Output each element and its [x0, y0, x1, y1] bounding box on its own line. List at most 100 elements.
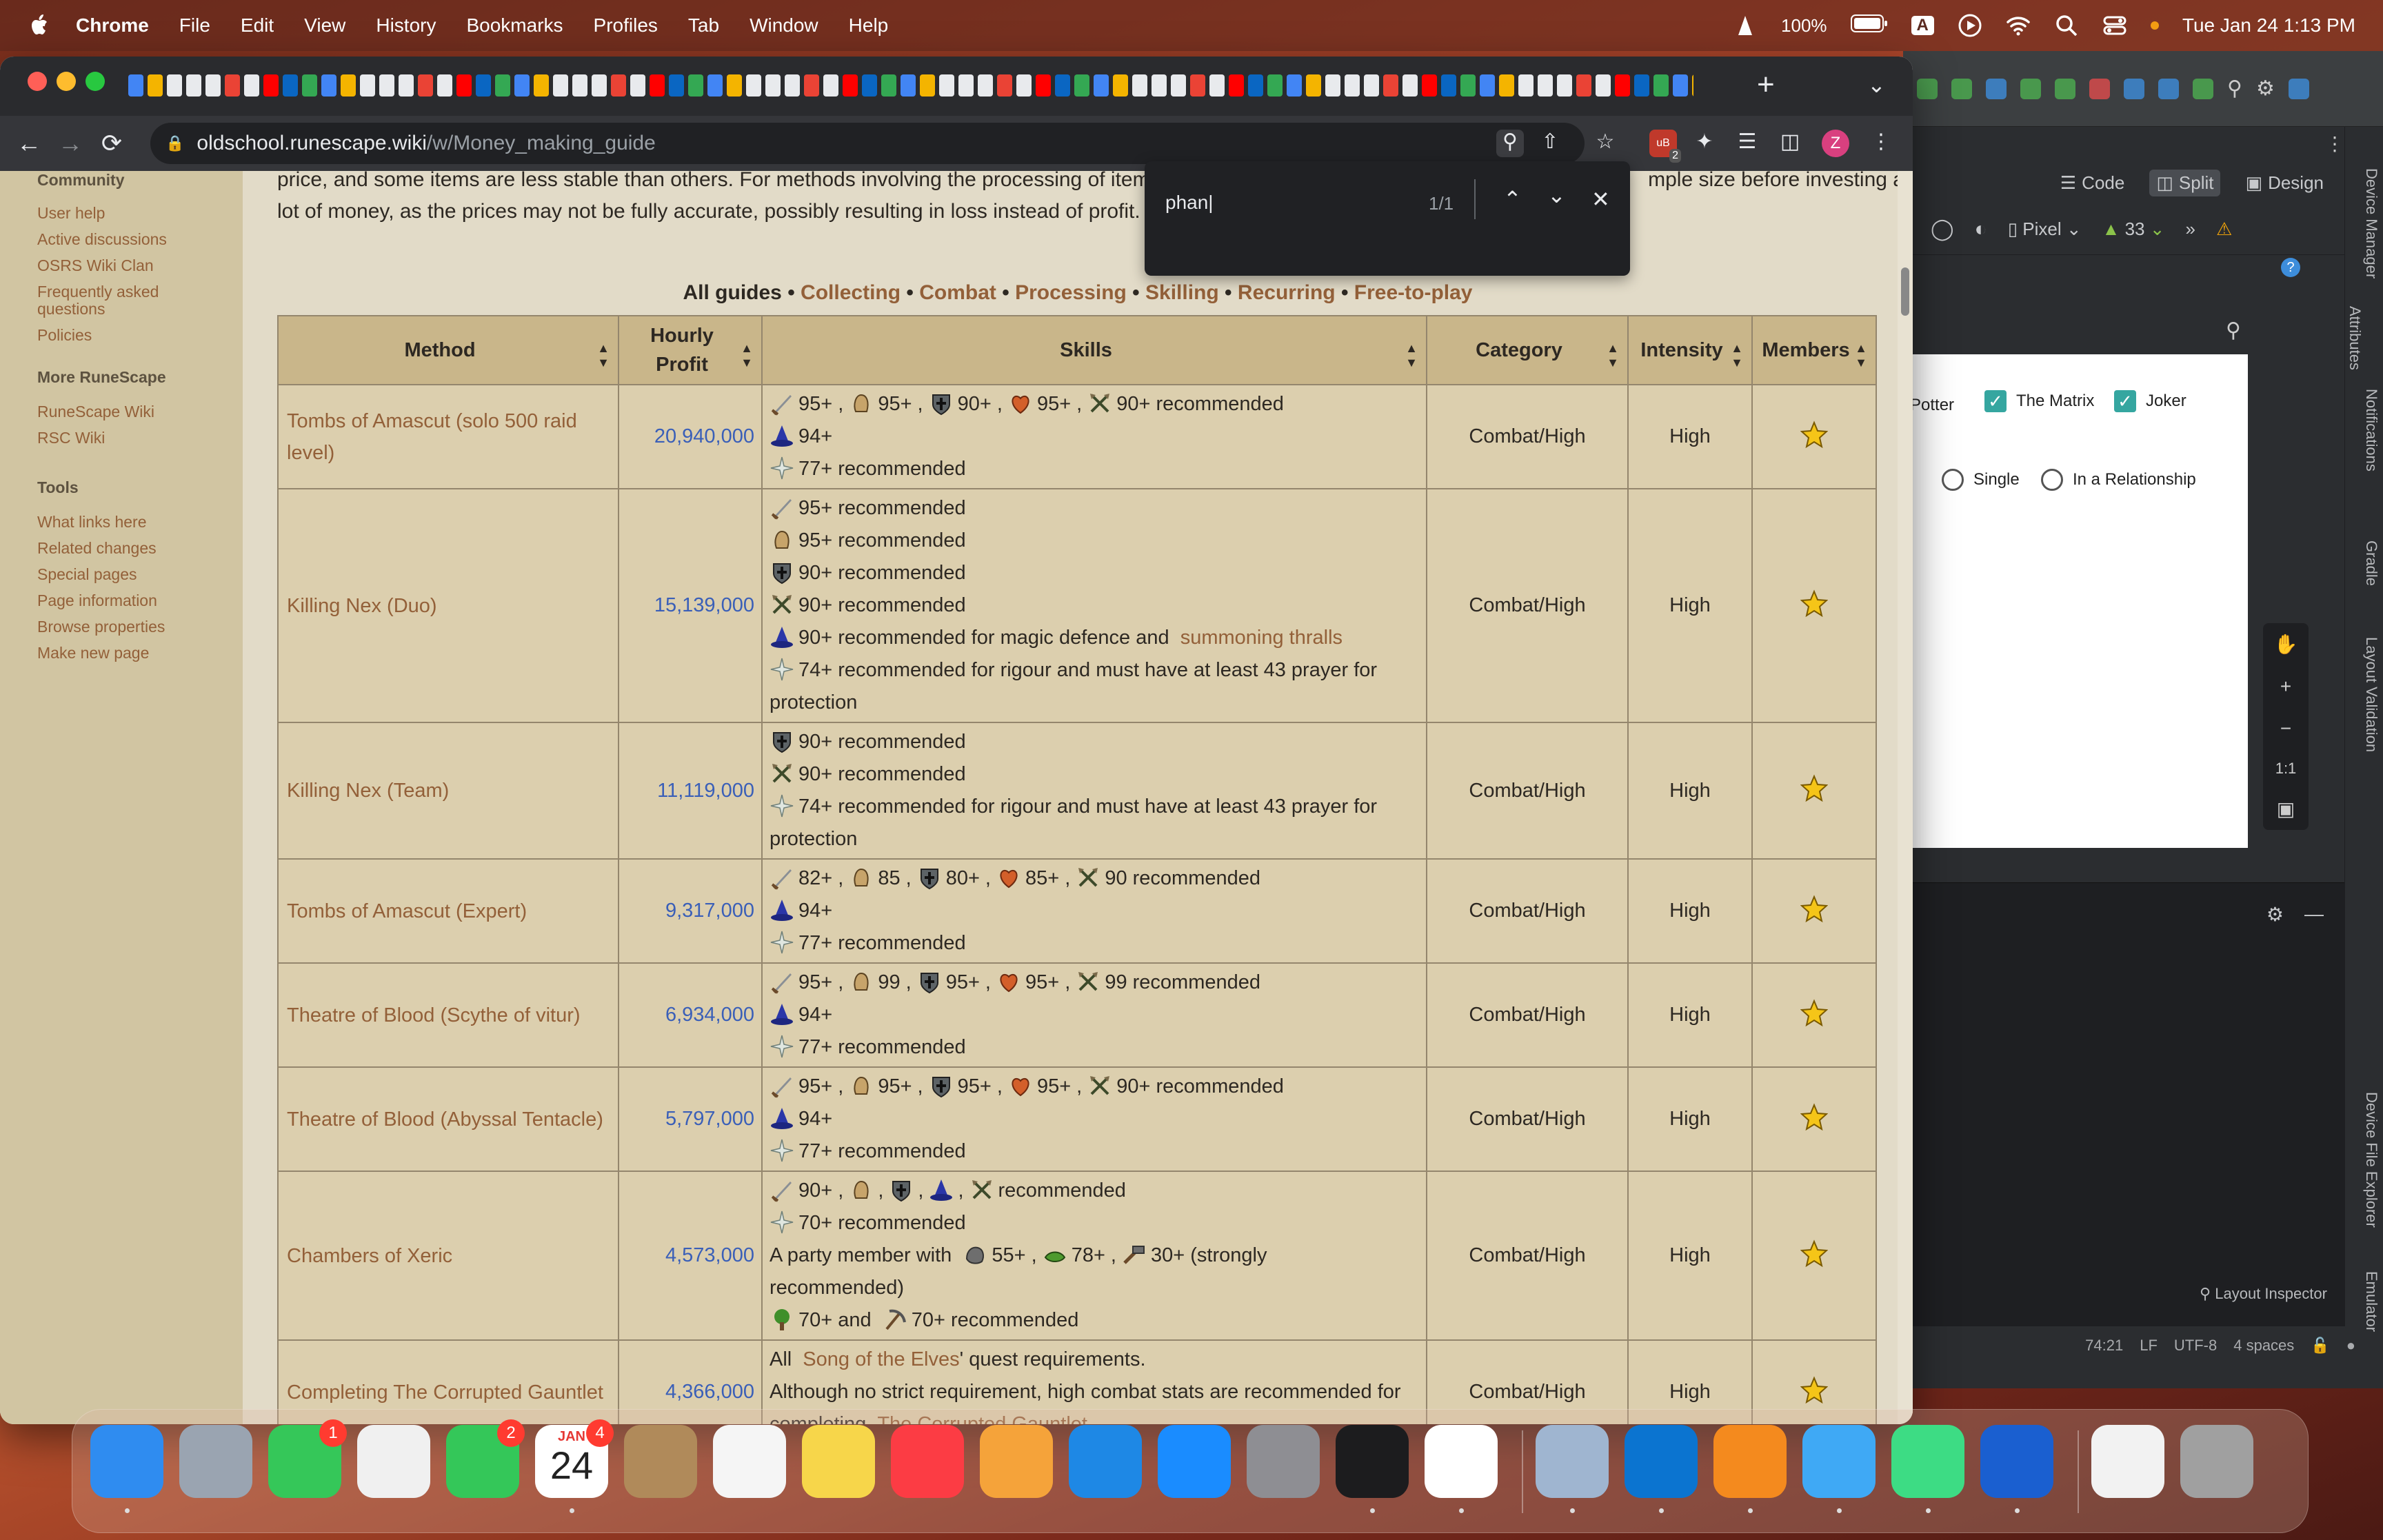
sidebar-link-osrs-wiki-clan[interactable]: OSRS Wiki Clan — [37, 257, 189, 274]
pinned-tab-favicon-icon[interactable] — [1402, 74, 1418, 97]
calendar-icon[interactable]: JAN 24 4 — [535, 1419, 614, 1513]
messages-icon[interactable]: 1 — [268, 1419, 347, 1498]
pinned-tab-favicon-icon[interactable] — [1692, 74, 1693, 97]
theme-icon[interactable]: ◐ — [1975, 218, 1987, 241]
method-link[interactable]: Chambers of Xeric — [277, 1171, 619, 1341]
safari-icon[interactable] — [1069, 1425, 1142, 1498]
battery-icon[interactable] — [1850, 13, 1888, 38]
ide-profile-icon[interactable] — [2288, 78, 2309, 99]
ranged-icon[interactable] — [770, 592, 794, 617]
hourly-profit-link[interactable]: 11,119,000 — [618, 722, 763, 860]
pinned-tab-favicon-icon[interactable] — [1209, 74, 1225, 97]
checkbox-potter[interactable]: Potter — [1910, 396, 1954, 415]
sidebar-link-user-help[interactable]: User help — [37, 205, 189, 222]
pinned-tab-favicon-icon[interactable] — [1596, 74, 1611, 97]
pinned-tab-favicon-icon[interactable] — [1441, 74, 1456, 97]
attack-icon[interactable] — [770, 495, 794, 520]
herblore-icon[interactable] — [1043, 1242, 1067, 1267]
menu-help[interactable]: Help — [849, 14, 889, 37]
share-icon[interactable]: ⇧ — [1536, 130, 1564, 157]
vlc-status-icon[interactable] — [1733, 13, 1758, 38]
pinned-tab-favicon-icon[interactable] — [1074, 74, 1089, 97]
pinned-tab-favicon-icon[interactable] — [901, 74, 916, 97]
prayer-icon[interactable] — [770, 456, 794, 480]
cursor-position[interactable]: 74:21 — [2085, 1337, 2123, 1355]
vlc-icon[interactable] — [1713, 1425, 1787, 1513]
strength-icon[interactable] — [849, 391, 874, 416]
scrollbar-thumb[interactable] — [1901, 267, 1909, 316]
pinned-tab-favicon-icon[interactable] — [321, 74, 336, 97]
pinned-tab-favicon-icon[interactable] — [341, 74, 356, 97]
mining-icon[interactable] — [963, 1242, 987, 1267]
guide-link-combat[interactable]: Combat — [919, 281, 996, 304]
ide-search-icon[interactable]: ⚲ — [2227, 77, 2242, 101]
split-mode-button[interactable]: ◫ Split — [2149, 169, 2221, 196]
warning-icon[interactable]: ⚠ — [2216, 219, 2232, 240]
pinned-tab-favicon-icon[interactable] — [128, 74, 143, 97]
preview-icon[interactable] — [1536, 1425, 1609, 1513]
pinned-tab-favicon-icon[interactable] — [958, 74, 974, 97]
pinned-tab-favicon-icon[interactable] — [244, 74, 259, 97]
sidebar-link-make-new-page[interactable]: Make new page — [37, 645, 165, 662]
chrome-icon[interactable] — [1425, 1425, 1498, 1513]
hourly-profit-link[interactable]: 9,317,000 — [618, 858, 763, 964]
pinned-tab-favicon-icon[interactable] — [148, 74, 163, 97]
extensions-puzzle-icon[interactable]: ✦ — [1691, 130, 1718, 157]
help-icon[interactable]: ? — [2281, 258, 2300, 277]
menu-tab[interactable]: Tab — [688, 14, 719, 37]
pinned-tab-favicon-icon[interactable] — [399, 74, 414, 97]
address-bar[interactable]: 🔒 oldschool.runescape.wiki/w/Money_makin… — [150, 123, 1585, 164]
th-intensity[interactable]: Intensity ▲ ▼ — [1627, 315, 1753, 385]
pinned-tab-favicon-icon[interactable] — [495, 74, 510, 97]
code-mode-button[interactable]: ☰ Code — [2053, 170, 2131, 196]
hitpoints-icon[interactable] — [996, 969, 1021, 994]
media-queue-icon[interactable]: ☰ — [1733, 130, 1761, 157]
prayer-icon[interactable] — [770, 657, 794, 682]
swift-icon[interactable] — [1802, 1425, 1876, 1513]
method-link[interactable]: Tombs of Amascut (Expert) — [277, 858, 619, 964]
method-link[interactable]: Killing Nex (Duo) — [277, 488, 619, 723]
hourly-profit-link[interactable]: 6,934,000 — [618, 962, 763, 1068]
method-link[interactable]: Tombs of Amascut (solo 500 raid level) — [277, 384, 619, 489]
profiler-icon[interactable] — [2020, 78, 2041, 99]
quest-link[interactable]: Song of the Elves — [803, 1348, 959, 1370]
pinned-tab-favicon-icon[interactable] — [225, 74, 240, 97]
guide-link-processing[interactable]: Processing — [1015, 281, 1127, 304]
hitpoints-icon[interactable] — [1008, 1073, 1033, 1098]
menu-bookmarks[interactable]: Bookmarks — [466, 14, 563, 37]
vscode-icon[interactable] — [1625, 1425, 1698, 1513]
indent-setting[interactable]: 4 spaces — [2233, 1337, 2294, 1355]
menu-view[interactable]: View — [304, 14, 345, 37]
pinned-tab-favicon-icon[interactable] — [1557, 74, 1572, 97]
menu-app-chrome[interactable]: Chrome — [76, 14, 149, 37]
pinned-tab-favicon-icon[interactable] — [302, 74, 317, 97]
construction-icon[interactable] — [1122, 1242, 1147, 1267]
sidebar-link-special-pages[interactable]: Special pages — [37, 566, 165, 583]
attack-icon[interactable] — [770, 1177, 794, 1202]
find-in-page-icon[interactable]: ⚲ — [1496, 130, 1524, 157]
orientation-icon[interactable]: ◯ — [1931, 217, 1954, 241]
pin-icon[interactable]: ⚲ — [2226, 318, 2241, 343]
pan-hand-icon[interactable]: ✋ — [2274, 633, 2298, 656]
pinned-tab-favicon-icon[interactable] — [823, 74, 838, 97]
strength-icon[interactable] — [849, 1073, 874, 1098]
pinned-tab-favicon-icon[interactable] — [205, 74, 221, 97]
tab-search-chevron-icon[interactable]: ⌄ — [1867, 72, 1886, 98]
notifications-icon[interactable]: ● — [2346, 1337, 2355, 1355]
pinned-tab-favicon-icon[interactable] — [688, 74, 703, 97]
find-close-icon[interactable]: ✕ — [1591, 186, 1610, 212]
ranged-icon[interactable] — [770, 761, 794, 786]
contacts-icon[interactable] — [624, 1425, 697, 1498]
pinned-tab-favicon-icon[interactable] — [514, 74, 530, 97]
pinned-tab-favicon-icon[interactable] — [1345, 74, 1360, 97]
sidebar-link-runescape-wiki[interactable]: RuneScape Wiki — [37, 403, 166, 421]
pinned-tab-favicon-icon[interactable] — [1460, 74, 1476, 97]
reload-button[interactable]: ⟳ — [91, 129, 132, 158]
attack-icon[interactable] — [770, 865, 794, 890]
pinned-tab-favicon-icon[interactable] — [1383, 74, 1398, 97]
zoom-actual-size[interactable]: 1:1 — [2275, 760, 2297, 778]
wifi-icon[interactable] — [2006, 13, 2031, 38]
pinned-tab-favicon-icon[interactable] — [1538, 74, 1553, 97]
zoom-window-button[interactable] — [86, 72, 105, 91]
magic-icon[interactable] — [770, 898, 794, 922]
